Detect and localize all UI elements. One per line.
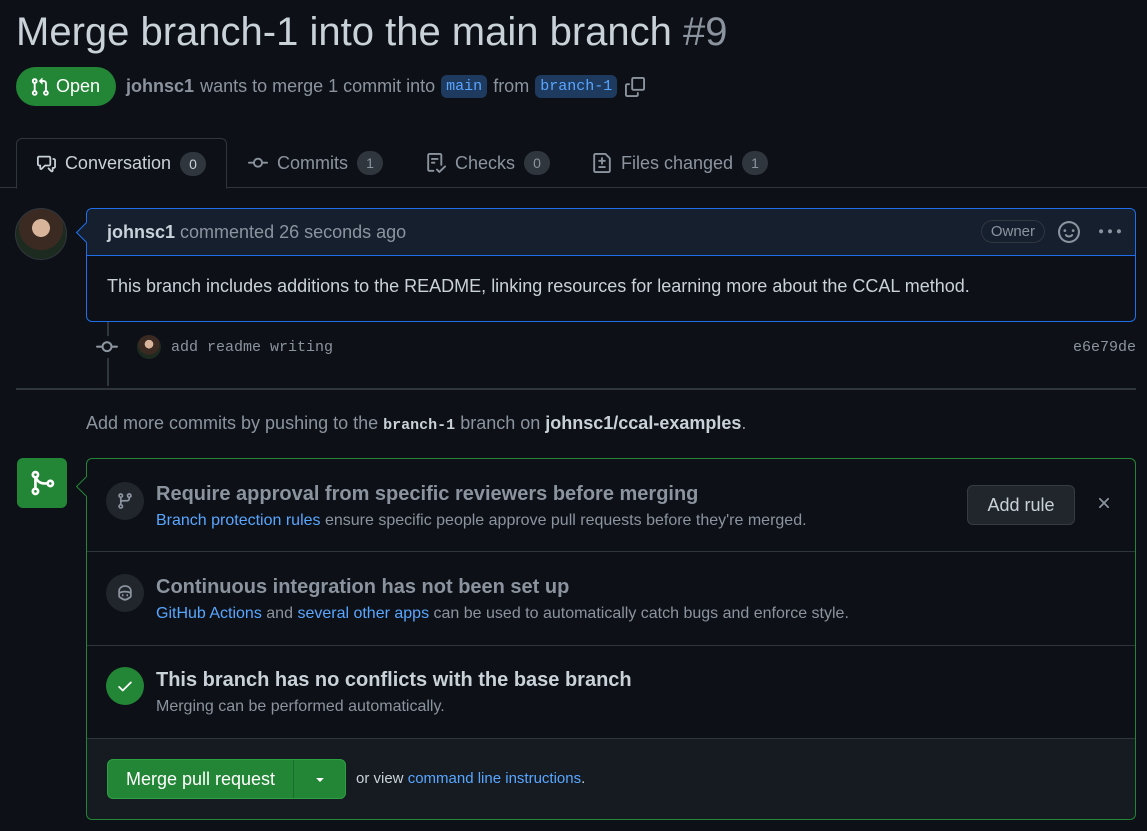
smiley-icon[interactable]	[1058, 221, 1080, 243]
check-icon-wrap	[106, 667, 144, 705]
author-link[interactable]: johnsc1	[126, 76, 194, 97]
merge-box: Require approval from specific reviewers…	[86, 458, 1136, 820]
merge-button-group: Merge pull request	[107, 759, 346, 799]
commit-message-link[interactable]: add readme writing	[171, 339, 333, 356]
close-icon[interactable]	[1095, 494, 1113, 512]
tab-label: Conversation	[64, 153, 171, 173]
tab-conversation[interactable]: Conversation 0	[16, 138, 227, 189]
timeline-divider	[16, 388, 1136, 390]
ci-title: Continuous integration has not been set …	[156, 576, 570, 598]
ci-section: Continuous integration has not been set …	[87, 552, 1135, 646]
copy-icon[interactable]	[625, 76, 646, 97]
approval-description: Branch protection rules ensure specific …	[156, 512, 807, 530]
pr-number: #9	[683, 10, 728, 54]
commit-avatar[interactable]	[137, 335, 161, 359]
comment-timestamp: commented 26 seconds ago	[180, 221, 407, 242]
branch-protection-link[interactable]: Branch protection rules	[156, 512, 321, 529]
comment-discussion-icon	[37, 155, 56, 172]
tab-files-changed[interactable]: Files changed 1	[572, 138, 788, 188]
head-branch[interactable]: branch-1	[535, 75, 618, 98]
comment-author-link[interactable]: johnsc1	[107, 222, 175, 243]
push-hint-suffix: .	[741, 413, 747, 433]
approval-section: Require approval from specific reviewers…	[87, 459, 1135, 552]
check-icon	[118, 681, 132, 692]
comment-body: This branch includes additions to the RE…	[107, 276, 970, 296]
tab-label: Checks	[455, 152, 516, 173]
commit-sha-link[interactable]: e6e79de	[1073, 339, 1136, 356]
conflicts-title: This branch has no conflicts with the ba…	[156, 669, 632, 691]
add-rule-button[interactable]: Add rule	[967, 485, 1075, 525]
cli-or-view: or view	[356, 770, 404, 787]
merge-text: wants to merge 1 commit into	[200, 76, 436, 96]
merge-status-icon	[17, 458, 67, 508]
cli-hint: or view command line instructions.	[356, 770, 585, 787]
comment-box: johnsc1 commented 26 seconds ago Owner T…	[86, 208, 1136, 322]
triangle-down-icon	[315, 778, 324, 782]
state-badge: Open	[16, 67, 117, 106]
git-commit-icon	[96, 336, 118, 358]
cli-suffix: .	[581, 770, 586, 787]
commit-row: add readme writing e6e79de	[96, 333, 1136, 361]
git-merge-icon	[31, 470, 55, 496]
command-line-instructions-link[interactable]: command line instructions	[408, 770, 581, 787]
tab-checks[interactable]: Checks 0	[406, 138, 570, 188]
file-diff-icon	[593, 153, 611, 173]
ci-description: GitHub Actions and several other apps ca…	[156, 605, 849, 623]
comment-header: johnsc1 commented 26 seconds ago Owner	[87, 209, 1135, 256]
tab-counter: 0	[524, 151, 551, 175]
approval-text: ensure specific people approve pull requ…	[324, 512, 807, 529]
other-apps-link[interactable]: several other apps	[297, 605, 429, 622]
git-commit-icon	[248, 157, 268, 168]
conflicts-section: This branch has no conflicts with the ba…	[87, 646, 1135, 739]
copilot-icon-wrap	[106, 574, 144, 612]
push-hint-branch: branch-1	[383, 417, 456, 434]
github-actions-link[interactable]: GitHub Actions	[156, 605, 262, 622]
merge-description: johnsc1 wants to merge 1 commit into mai…	[126, 75, 646, 98]
ci-and: and	[266, 605, 293, 622]
page-title: Merge branch-1 into the main branch #9	[16, 10, 728, 55]
merge-action-section: Merge pull request or view command line …	[87, 739, 1135, 819]
avatar[interactable]	[15, 208, 67, 260]
conflicts-description: Merging can be performed automatically.	[156, 698, 445, 715]
tab-label: Files changed	[621, 152, 734, 173]
state-label: Open	[56, 76, 101, 96]
git-branch-icon	[118, 493, 132, 509]
push-hint-prefix: Add more commits by pushing to the	[86, 413, 379, 433]
owner-badge: Owner	[980, 220, 1045, 243]
ci-text: can be used to automatically catch bugs …	[433, 605, 849, 622]
base-branch[interactable]: main	[441, 75, 488, 98]
merge-method-dropdown[interactable]	[294, 760, 345, 798]
push-hint: Add more commits by pushing to the branc…	[86, 413, 746, 434]
merge-pull-request-button[interactable]: Merge pull request	[108, 760, 294, 798]
push-hint-middle: branch on	[460, 413, 541, 433]
tab-counter: 1	[357, 151, 383, 175]
pr-meta: Open johnsc1 wants to merge 1 commit int…	[16, 67, 646, 106]
approval-title: Require approval from specific reviewers…	[156, 483, 699, 505]
pr-tabs: Conversation 0 Commits 1 Checks 0 Files …	[0, 138, 1147, 189]
tab-counter: 0	[180, 151, 206, 176]
tab-label: Commits	[277, 152, 348, 173]
from-text: from	[493, 76, 530, 96]
tab-commits[interactable]: Commits 1	[228, 138, 403, 188]
checklist-icon	[427, 153, 446, 173]
tab-counter: 1	[742, 151, 769, 175]
pr-title-text: Merge branch-1 into the main branch	[16, 10, 672, 54]
branch-icon-wrap	[106, 482, 144, 520]
robot-icon	[118, 585, 132, 601]
git-pull-request-icon	[31, 77, 49, 96]
repo-link[interactable]: johnsc1/ccal-examples	[545, 413, 741, 433]
kebab-horizontal-icon[interactable]	[1099, 221, 1121, 243]
